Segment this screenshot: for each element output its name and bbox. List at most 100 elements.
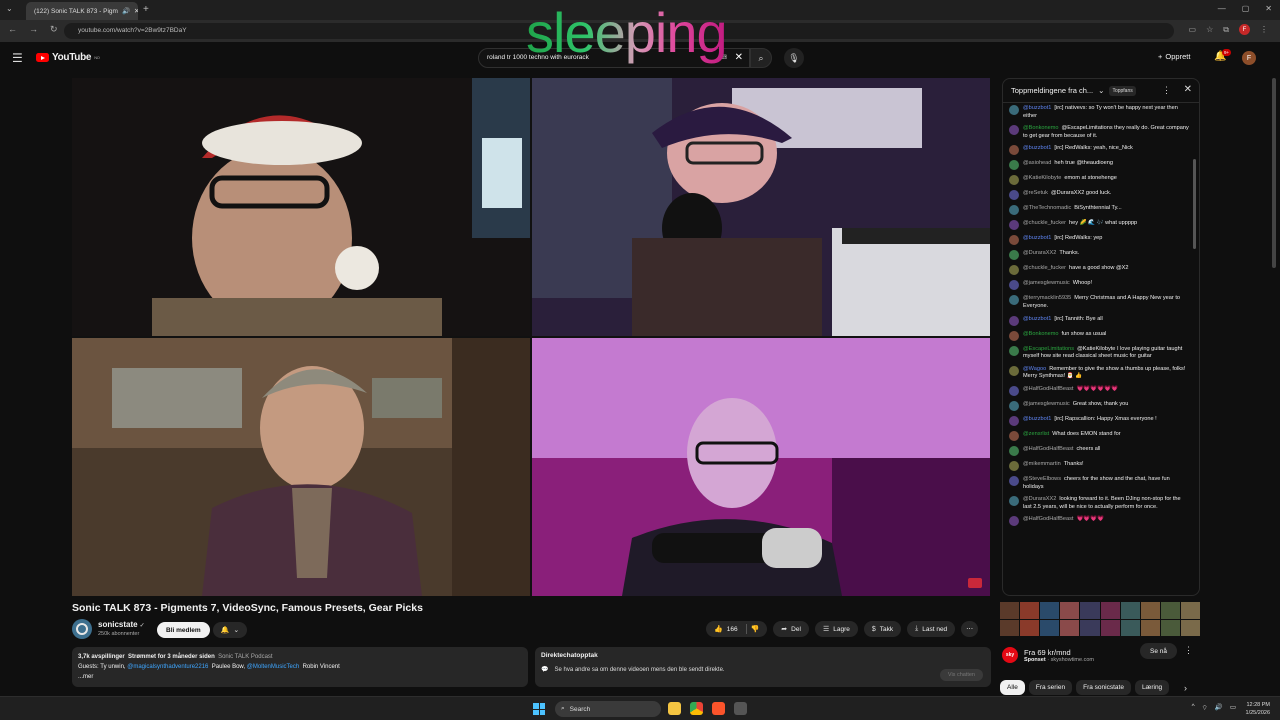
ad-more-icon[interactable]: ⋮ (1184, 645, 1193, 656)
chat-author[interactable]: @SteveElbows (1023, 476, 1061, 482)
chat-scrollbar[interactable] (1193, 159, 1196, 249)
chat-message[interactable]: @buzzbot1 [irc] RedWalks: yep (1009, 235, 1189, 246)
share-button[interactable]: ➦ Del (773, 621, 809, 637)
chat-author[interactable]: @HalfGodHalfBeast (1023, 446, 1073, 452)
network-icon[interactable]: ⌔ (1202, 703, 1208, 712)
chat-message[interactable]: @jamesglewmusic Great show, thank you (1009, 400, 1189, 411)
chat-author-avatar[interactable] (1009, 400, 1019, 411)
show-chat-button[interactable]: Vis chatten (939, 669, 983, 681)
chat-message[interactable]: @Wagoo Remember to give the show a thumbs… (1009, 365, 1189, 381)
top-fans-badge[interactable]: Toppfans (1109, 85, 1136, 96)
chat-author[interactable]: @chuckle_fucker (1023, 220, 1066, 226)
chat-message[interactable]: @DuraraXX2 looking forward to it. Been DJ… (1009, 496, 1189, 511)
chat-author-avatar[interactable] (1009, 345, 1019, 356)
back-icon[interactable]: ← (8, 24, 17, 35)
chat-author-avatar[interactable] (1009, 315, 1019, 326)
chat-filter-chevron-icon[interactable]: ⌄ (1098, 86, 1104, 95)
chat-author-avatar[interactable] (1009, 496, 1019, 507)
extensions-icon[interactable]: ⧉ (1223, 25, 1229, 35)
page-scrollbar[interactable] (1272, 78, 1276, 268)
chat-author[interactable]: @jamesglewmusic (1023, 401, 1070, 407)
chat-author-avatar[interactable] (1009, 475, 1019, 486)
taskbar-search[interactable]: ⌕ Search (555, 701, 661, 717)
voice-search-button[interactable]: 🎙 (784, 48, 804, 68)
chat-author[interactable]: @buzzbot1 (1023, 105, 1051, 111)
browser-profile-avatar[interactable]: F (1239, 24, 1250, 35)
join-button[interactable]: Bli medlem (157, 622, 210, 638)
chat-message[interactable]: @mikemmartin Thanks! (1009, 460, 1189, 471)
chat-author[interactable]: @asiohead (1023, 160, 1051, 166)
account-avatar[interactable]: F (1242, 51, 1256, 65)
chat-author-avatar[interactable] (1009, 250, 1019, 261)
chat-author[interactable]: @DuraraXX2 (1023, 496, 1056, 502)
chat-author-avatar[interactable] (1009, 235, 1019, 246)
cast-icon[interactable]: ▭ (1189, 25, 1197, 34)
chat-message[interactable]: @jamesglewmusic Whoop! (1009, 280, 1189, 291)
chat-author[interactable]: @buzzbot1 (1023, 145, 1051, 151)
chat-message[interactable]: @Bonkonemo @EscapeLimitations they really… (1009, 125, 1189, 140)
chat-author[interactable]: @Bonkonemo (1023, 125, 1059, 131)
reload-icon[interactable]: ↻ (50, 24, 58, 35)
taskbar-clock[interactable]: 12:28 PM 1/25/2026 (1246, 701, 1270, 717)
save-button[interactable]: ☰ Lagre (814, 621, 858, 637)
chat-close-icon[interactable]: ✕ (1184, 84, 1192, 95)
filter-chip[interactable]: Fra serien (1028, 680, 1073, 695)
download-button[interactable]: ⤓ Last ned (907, 621, 956, 637)
subscribe-bell-button[interactable]: 🔔 ⌄ (213, 622, 247, 638)
guest-link-2[interactable]: @MoltenMusicTech (247, 664, 299, 670)
chat-message[interactable]: @chuckle_fucker hey 🌽 🌊 🎶 what uppppp (1009, 220, 1189, 231)
video-player[interactable] (72, 78, 990, 596)
volume-icon[interactable]: 🔊 (1215, 703, 1223, 712)
chat-author-avatar[interactable] (1009, 125, 1019, 136)
chat-author-avatar[interactable] (1009, 280, 1019, 291)
chat-message[interactable]: @terrymacklin5935 Merry Christmas and A H… (1009, 295, 1189, 310)
filter-chip[interactable]: Alle (1000, 680, 1025, 695)
channel-name[interactable]: sonicstate ✓ (98, 620, 145, 629)
minimize-icon[interactable]: — (1218, 4, 1226, 13)
search-button[interactable]: ⌕ (750, 48, 772, 68)
chat-message[interactable]: @buzzbot1 [irc] RedWalks: yeah, nice_Nick (1009, 145, 1189, 156)
bookmark-star-icon[interactable]: ☆ (1206, 25, 1213, 34)
chat-message[interactable]: @EscapeLimitations @KatieKilobyte I love … (1009, 345, 1189, 361)
app-icon[interactable] (734, 702, 747, 715)
chat-more-icon[interactable]: ⋮ (1162, 85, 1171, 96)
chat-message[interactable]: @buzzbot1 [irc] Tannith: Bye all (1009, 315, 1189, 326)
tab-close-icon[interactable]: ✕ (134, 7, 138, 15)
chat-author[interactable]: @chuckle_fucker (1023, 265, 1066, 271)
chat-author[interactable]: @HalfGodHalfBeast (1023, 386, 1073, 392)
chat-author[interactable]: @Wagoo (1023, 366, 1046, 372)
tab-audio-icon[interactable]: 🔊 (122, 7, 130, 15)
chat-message[interactable]: @chuckle_fucker have a good show @X2 (1009, 265, 1189, 276)
more-actions-button[interactable]: ⋯ (961, 621, 979, 637)
browser-menu-icon[interactable]: ⋮ (1260, 25, 1268, 34)
chat-author-avatar[interactable] (1009, 190, 1019, 201)
close-window-icon[interactable]: ✕ (1265, 4, 1272, 13)
channel-avatar[interactable] (72, 619, 92, 639)
windows-start-icon[interactable] (533, 703, 545, 715)
chat-author-avatar[interactable] (1009, 145, 1019, 156)
chat-author[interactable]: @reSetuk (1023, 190, 1048, 196)
chat-author-avatar[interactable] (1009, 430, 1019, 441)
forward-icon[interactable]: → (29, 24, 38, 35)
chat-author[interactable]: @buzzbot1 (1023, 416, 1051, 422)
chat-author[interactable]: @jamesglewmusic (1023, 280, 1070, 286)
chat-message[interactable]: @zensrlist What does EMON stand for (1009, 430, 1189, 441)
chat-author-avatar[interactable] (1009, 205, 1019, 216)
tray-chevron-icon[interactable]: ^ (1192, 703, 1195, 712)
chat-author[interactable]: @EscapeLimitations (1023, 346, 1074, 352)
chat-author[interactable]: @buzzbot1 (1023, 316, 1051, 322)
like-button[interactable]: 👍 166 👎 (706, 621, 768, 637)
ad-thumbnail-strip[interactable] (1000, 602, 1200, 636)
chat-author-avatar[interactable] (1009, 160, 1019, 171)
chat-author-avatar[interactable] (1009, 295, 1019, 306)
chat-author-avatar[interactable] (1009, 415, 1019, 426)
chat-filter-title[interactable]: Toppmeldingene fra ch... (1011, 86, 1093, 95)
chat-message[interactable]: @TheTechnomadic BiSynthtennial Ty... (1009, 205, 1189, 216)
hamburger-menu-icon[interactable]: ☰ (12, 51, 23, 65)
filter-chip[interactable]: Læring (1134, 680, 1170, 695)
chat-author-avatar[interactable] (1009, 175, 1019, 186)
new-tab-button[interactable]: + (143, 4, 149, 15)
youtube-watermark-icon[interactable] (968, 578, 982, 588)
browser-tab[interactable]: (122) Sonic TALK 873 - Pigm 🔊 ✕ (26, 2, 138, 20)
chat-author[interactable]: @zensrlist (1023, 431, 1049, 437)
